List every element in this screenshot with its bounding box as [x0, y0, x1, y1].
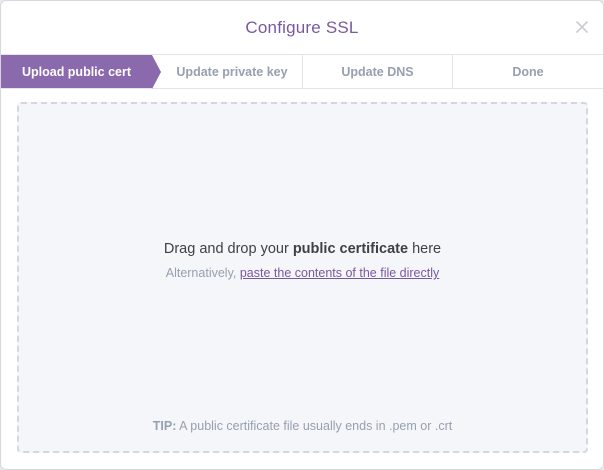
- step-done[interactable]: Done: [452, 55, 603, 88]
- instructions-prefix: Drag and drop your: [163, 241, 293, 257]
- step-update-dns[interactable]: Update DNS: [302, 55, 452, 88]
- alternative-prefix: Alternatively,: [165, 266, 240, 280]
- certificate-dropzone[interactable]: Drag and drop your public certificate he…: [17, 102, 588, 453]
- dropzone-instructions: Drag and drop your public certificate he…: [19, 241, 586, 257]
- step-label: Update DNS: [341, 64, 414, 79]
- modal-title: Configure SSL: [245, 18, 359, 37]
- dropzone-alternative: Alternatively, paste the contents of the…: [19, 266, 586, 280]
- step-upload-public-cert[interactable]: Upload public cert: [1, 55, 161, 89]
- step-label: Update private key: [176, 64, 288, 79]
- tip-text: A public certificate file usually ends i…: [176, 419, 453, 433]
- dropzone-tip: TIP: A public certificate file usually e…: [19, 419, 586, 433]
- modal-header: Configure SSL: [1, 1, 603, 56]
- step-label: Upload public cert: [21, 64, 132, 79]
- close-icon[interactable]: [576, 21, 588, 33]
- configure-ssl-modal: Configure SSL Upload public cert Update …: [0, 0, 604, 470]
- wizard-steps: Upload public cert Update private key Up…: [1, 54, 603, 89]
- step-update-private-key[interactable]: Update private key: [152, 55, 302, 88]
- step-label: Done: [512, 64, 544, 79]
- tip-label: TIP:: [152, 419, 177, 433]
- paste-contents-link[interactable]: paste the contents of the file directly: [240, 266, 439, 280]
- instructions-bold: public certificate: [292, 241, 409, 257]
- close-button[interactable]: [571, 16, 593, 38]
- instructions-suffix: here: [408, 241, 442, 257]
